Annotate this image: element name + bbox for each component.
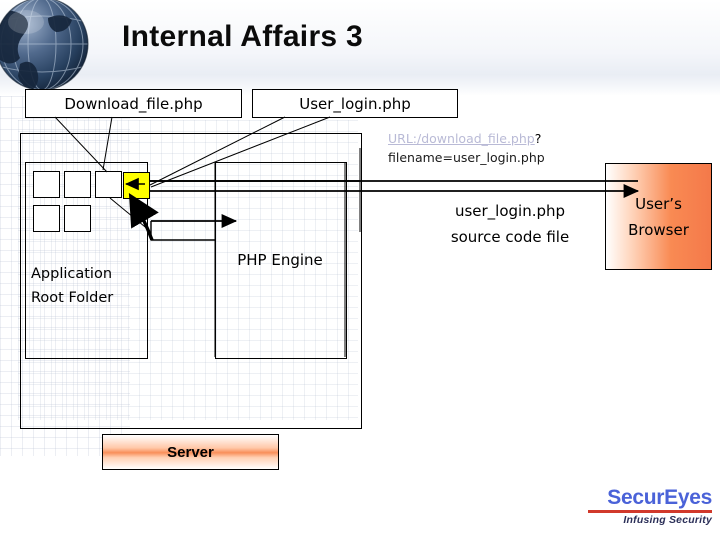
response-annotation: user_login.php source code file xyxy=(415,198,605,250)
logo-underline-rule xyxy=(588,510,712,513)
users-browser-box: User’s Browser xyxy=(605,163,712,270)
securEyes-logo: SecurEyes Infusing Security xyxy=(578,487,712,527)
slide-canvas: Internal Affairs 3 Download_file.php Use… xyxy=(0,0,720,540)
php-engine-label: PHP Engine xyxy=(237,251,323,269)
callout-download-file: Download_file.php xyxy=(25,89,242,118)
logo-tagline: Infusing Security xyxy=(623,514,712,526)
browser-label-line-2: Browser xyxy=(628,220,689,239)
request-url-link-text: URL:/download_file.php xyxy=(388,131,535,146)
request-param-annotation: filename=user_login.php xyxy=(388,150,545,165)
file-tile-6 xyxy=(64,205,91,232)
app-root-line-1: Application xyxy=(31,266,113,282)
page-title: Internal Affairs 3 xyxy=(122,20,364,53)
request-url-query-mark: ? xyxy=(534,131,542,146)
request-url-annotation: URL:/download_file.php? xyxy=(388,131,541,146)
app-root-line-2: Root Folder xyxy=(31,290,114,306)
browser-label-line-1: User’s xyxy=(635,194,682,213)
response-line-2: source code file xyxy=(450,228,570,246)
callout-user-login: User_login.php xyxy=(252,89,458,118)
server-label-badge: Server xyxy=(102,434,279,470)
application-root-folder-label: Application Root Folder xyxy=(28,262,149,310)
file-tile-target-highlighted xyxy=(123,172,150,199)
response-line-1: user_login.php xyxy=(454,202,566,220)
file-tile-1 xyxy=(33,171,60,198)
logo-wordmark: SecurEyes xyxy=(607,486,712,509)
file-tile-5 xyxy=(33,205,60,232)
file-tile-2 xyxy=(64,171,91,198)
file-tile-3 xyxy=(95,171,122,198)
